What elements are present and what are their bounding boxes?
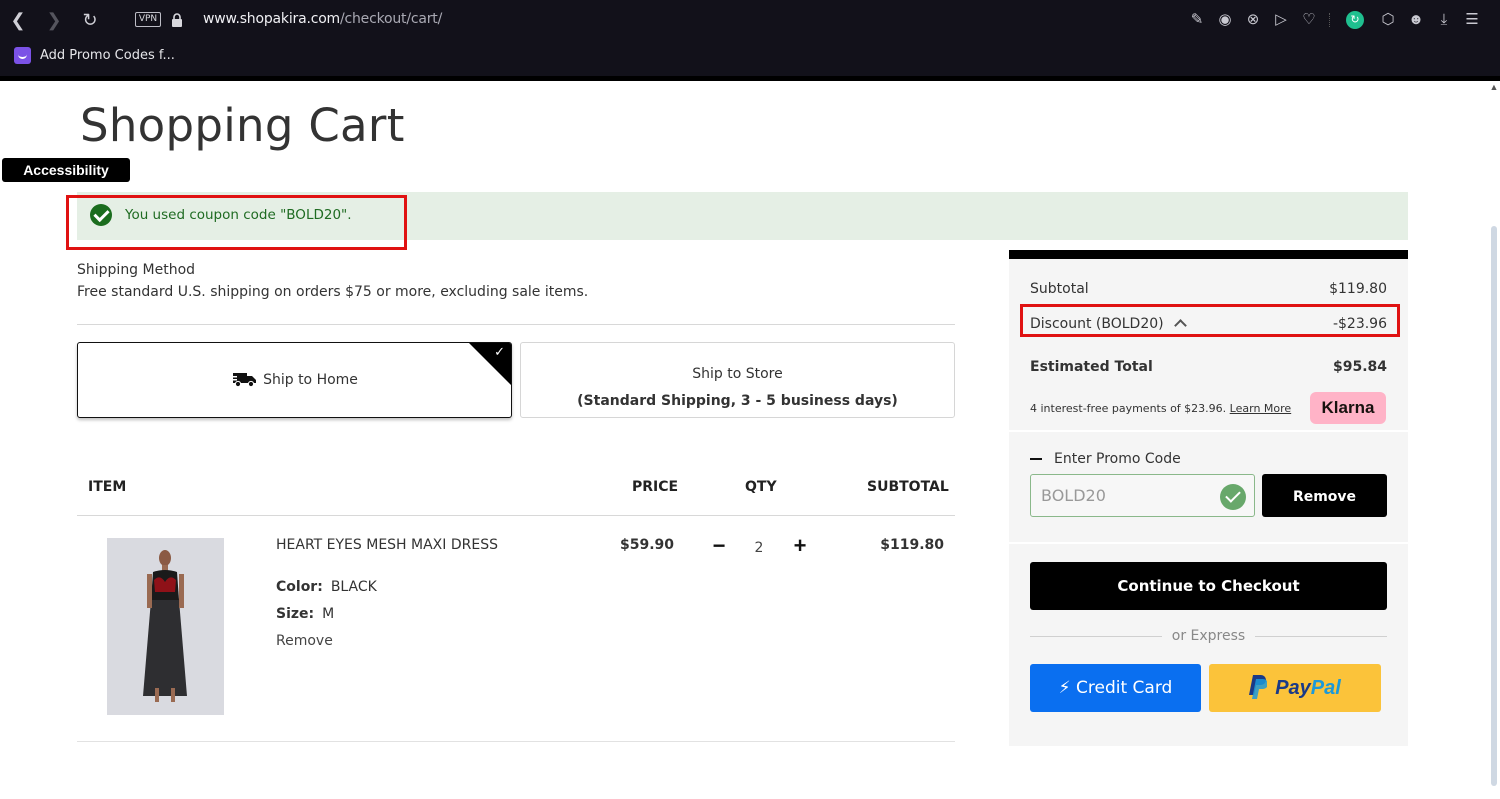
paypal-pal-text: Pal [1310,677,1341,699]
vpn-badge[interactable]: VPN [135,12,161,27]
credit-card-label: Credit Card [1076,678,1173,698]
paypal-pay-text: Pay [1275,677,1311,699]
cube-icon[interactable]: ⬡ [1374,10,1402,30]
column-header-qty: QTY [745,479,777,495]
product-name[interactable]: HEART EYES MESH MAXI DRESS [276,537,498,553]
lock-icon [172,13,182,27]
browser-chrome: ❮ ❯ ↻ VPN www.shopakira.com/checkout/car… [0,0,1500,76]
ship-to-store-label: Ship to Store [692,366,783,382]
summary-divider [1009,430,1408,432]
scrollbar[interactable] [1491,226,1497,786]
continue-to-checkout-button[interactable]: Continue to Checkout [1030,562,1387,610]
sync-extension-icon[interactable]: ↻ [1346,11,1364,29]
divider [77,741,955,742]
learn-more-link[interactable]: Learn More [1230,402,1292,415]
subtotal-label: Subtotal [1030,281,1089,297]
qty-increase-button[interactable]: + [790,535,810,557]
ship-to-home-option[interactable]: Ship to Home ✓ [77,342,512,418]
back-icon[interactable]: ❮ [6,8,30,32]
column-header-item: ITEM [88,479,127,495]
klarna-logo: Klarna [1310,392,1386,424]
ship-to-store-option[interactable]: Ship to Store (Standard Shipping, 3 - 5 … [520,342,955,418]
heart-icon[interactable]: ♡ [1295,10,1323,30]
summary-divider [1009,542,1408,544]
paypal-button[interactable]: PayPal [1209,664,1381,712]
color-value: BLACK [330,579,377,595]
browser-toolbar: ✎ ◉ ⊗ ▷ ♡ ↻ ⬡ ☻ ⤓ ☰ [1183,10,1486,30]
page-content: ▲ Shopping Cart Accessibility You used c… [0,76,1500,799]
download-icon[interactable]: ⤓ [1430,10,1458,30]
subtotal-row: Subtotal $119.80 [1030,281,1387,297]
paypal-logo-icon [1249,674,1268,699]
shield-x-icon[interactable]: ⊗ [1239,10,1267,30]
size-value: M [322,606,335,622]
promo-code-toggle[interactable]: Enter Promo Code [1030,451,1181,467]
estimated-total-label: Estimated Total [1030,359,1153,375]
product-color: Color: BLACK [276,579,377,595]
bookmark-label: Add Promo Codes f... [40,47,175,63]
settings-sliders-icon[interactable]: ☰ [1458,10,1486,30]
address-bar[interactable]: www.shopakira.com/checkout/cart/ [203,11,442,27]
divider [77,324,955,325]
remove-promo-button[interactable]: Remove [1262,474,1387,517]
remove-item-link[interactable]: Remove [276,633,333,649]
shipping-description: Free standard U.S. shipping on orders $7… [77,284,589,300]
reload-icon[interactable]: ↻ [78,8,102,32]
qty-decrease-button[interactable]: − [709,535,729,557]
shipping-method-title: Shipping Method [77,262,196,278]
send-icon[interactable]: ▷ [1267,10,1295,30]
profile-icon[interactable]: ☻ [1402,10,1430,30]
minus-icon [1030,458,1042,460]
toolbar-separator [1329,13,1330,27]
qty-value[interactable]: 2 [748,540,770,556]
edit-icon[interactable]: ✎ [1183,10,1211,30]
bookmark-item[interactable]: Add Promo Codes f... [14,46,175,64]
product-image[interactable] [107,538,224,715]
promo-toggle-label: Enter Promo Code [1054,451,1181,467]
size-label: Size: [276,606,315,622]
estimated-total-value: $95.84 [1332,359,1387,375]
highlight-box-coupon [66,195,407,250]
scroll-up-arrow[interactable]: ▲ [1488,81,1500,93]
color-label: Color: [276,579,323,595]
forward-icon[interactable]: ❯ [42,8,66,32]
estimated-total-row: Estimated Total $95.84 [1030,359,1387,375]
promo-extension-icon [14,46,31,64]
klarna-installments: 4 interest-free payments of $23.96. Lear… [1030,402,1291,415]
url-path: /checkout/cart/ [340,11,443,27]
accessibility-button[interactable]: Accessibility [2,158,130,182]
subtotal-value: $119.80 [1329,281,1387,297]
or-express-divider: or Express [1030,628,1387,644]
klarna-text: 4 interest-free payments of $23.96. [1030,402,1227,415]
item-subtotal: $119.80 [880,537,944,553]
promo-valid-check-icon [1220,484,1246,510]
credit-card-button[interactable]: ⚡︎ Credit Card [1030,664,1201,712]
product-size: Size: M [276,606,334,622]
page-title: Shopping Cart [80,99,405,152]
lightning-icon: ⚡︎ [1058,678,1071,698]
column-header-subtotal: SUBTOTAL [867,479,949,495]
highlight-box-discount [1020,304,1400,337]
ship-to-home-label: Ship to Home [263,372,358,388]
truck-icon [231,373,257,387]
ship-to-store-sublabel: (Standard Shipping, 3 - 5 business days) [577,393,898,409]
item-price: $59.90 [619,537,674,553]
divider [77,515,955,516]
checkmark-icon: ✓ [494,345,505,360]
url-host: www.shopakira.com [203,11,340,27]
camera-icon[interactable]: ◉ [1211,10,1239,30]
column-header-price: PRICE [632,479,679,495]
